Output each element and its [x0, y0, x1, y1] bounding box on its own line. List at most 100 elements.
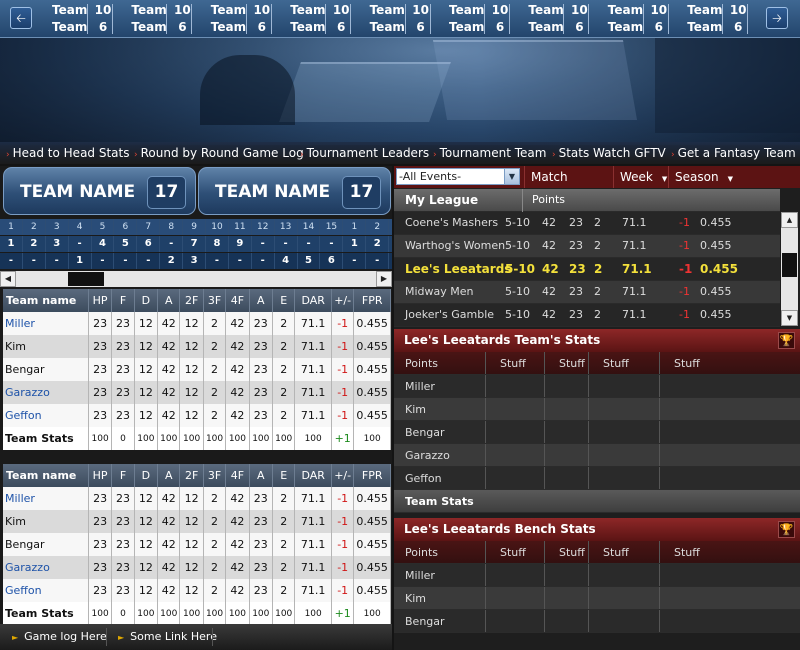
column-header[interactable]: Stuff: [544, 352, 588, 374]
column-header[interactable]: 3F: [203, 289, 227, 312]
scroll-left-button[interactable]: ◀: [0, 271, 16, 287]
nav-link-3[interactable]: › Tournament Team: [433, 142, 546, 166]
trophy-icon[interactable]: 🏆: [778, 332, 795, 349]
column-header[interactable]: 3F: [203, 464, 227, 487]
stat-cell: 12: [179, 579, 204, 602]
column-header[interactable]: 4F: [225, 289, 250, 312]
season-button[interactable]: Season ▼: [668, 166, 735, 188]
column-header[interactable]: FPR: [353, 289, 391, 312]
column-header[interactable]: Team name: [3, 464, 89, 487]
filter-toolbar: -All Events- ▼ Match Night▼ Week ▼ Season…: [394, 166, 800, 206]
league-row[interactable]: Joeker's Gamble 5-10 42 23 2 71.1 -1 0.455: [394, 304, 780, 327]
scroll-right-button[interactable]: ▶: [376, 271, 392, 287]
ticker-prev-button[interactable]: 🡠: [10, 7, 32, 29]
nav-link-5[interactable]: › Get a Fantasy Team: [671, 142, 796, 166]
column-header[interactable]: DAR: [294, 289, 332, 312]
column-header[interactable]: Stuff: [485, 352, 544, 374]
ticker-game[interactable]: Team 10 Team 6: [113, 2, 193, 36]
column-header[interactable]: Stuff: [544, 541, 588, 563]
column-header[interactable]: E: [272, 289, 296, 312]
player-name[interactable]: Garazzo: [3, 556, 89, 579]
some-link[interactable]: ► Some Link Here: [118, 624, 217, 650]
scroll-up-button[interactable]: ▲: [781, 212, 798, 228]
game-log-link[interactable]: ► Game log Here: [12, 624, 107, 650]
total-cell: 0: [111, 602, 135, 625]
total-cell: +1: [331, 602, 355, 625]
points-header[interactable]: Points: [522, 189, 565, 212]
column-header[interactable]: FPR: [353, 464, 391, 487]
column-header[interactable]: 2F: [179, 464, 204, 487]
column-header[interactable]: 2F: [179, 289, 204, 312]
column-label: Stuff: [674, 357, 700, 370]
column-header[interactable]: F: [111, 464, 135, 487]
nav-link-1[interactable]: › Round by Round Game Log: [134, 142, 304, 166]
column-header[interactable]: A: [249, 464, 274, 487]
column-header[interactable]: A: [157, 289, 181, 312]
stat-cell: 71.1: [294, 533, 332, 556]
league-row[interactable]: Coene's Mashers 5-10 42 23 2 71.1 -1 0.455: [394, 212, 780, 235]
ticker-game[interactable]: Team 10 Team 6: [669, 2, 749, 36]
team2-round: 4: [275, 253, 298, 269]
ticker-game[interactable]: Team 10 Team 6: [193, 2, 272, 36]
column-header[interactable]: E: [272, 464, 296, 487]
stat-cell: 2: [203, 335, 227, 358]
nav-link-0[interactable]: › Head to Head Stats: [6, 142, 130, 166]
game-log-link-label: Game log Here: [24, 630, 107, 643]
ticker-next-button[interactable]: 🡢: [766, 7, 788, 29]
column-header[interactable]: D: [134, 464, 159, 487]
player-name[interactable]: Garazzo: [3, 381, 89, 404]
vertical-scrollbar[interactable]: ▲ ▼: [781, 212, 798, 326]
match-night-button[interactable]: Match Night▼: [524, 166, 613, 206]
column-header[interactable]: DAR: [294, 464, 332, 487]
league-row[interactable]: Midway Men 5-10 42 23 2 71.1 -1 0.455: [394, 281, 780, 304]
team2-card[interactable]: TEAM NAME 17: [198, 167, 391, 215]
player-name[interactable]: Miller: [3, 487, 89, 510]
ticker-game[interactable]: Team 10 Team 6: [431, 2, 510, 36]
scroll-down-button[interactable]: ▼: [781, 310, 798, 326]
ticker-game[interactable]: Team 10 Team 6: [352, 2, 431, 36]
column-header[interactable]: Stuff: [659, 541, 789, 563]
column-header[interactable]: A: [157, 464, 181, 487]
stat-cell: 0.455: [353, 579, 391, 602]
table-header-row: Team name HP F D A 2F 3F 4F A E DAR +/- FPR: [3, 464, 391, 487]
scroll-thumb[interactable]: [68, 272, 104, 286]
column-header[interactable]: 4F: [225, 464, 250, 487]
nav-link-4[interactable]: › Stats Watch GFTV: [552, 142, 666, 166]
ticker-game[interactable]: Team 10 Team 6: [590, 2, 669, 36]
league-row[interactable]: Lee's Leeatards 5-10 42 23 2 71.1 -1 0.455: [394, 258, 780, 281]
trophy-icon[interactable]: 🏆: [778, 521, 795, 538]
stat-cell: 0.455: [353, 312, 391, 335]
ticker-game[interactable]: Team 10 Team 6: [34, 2, 113, 36]
column-header[interactable]: HP: [88, 289, 113, 312]
column-header[interactable]: Stuff: [588, 541, 659, 563]
column-header[interactable]: F: [111, 289, 135, 312]
stat-cell: 0.455: [353, 404, 391, 427]
ticker-game[interactable]: Team 10 Team 6: [510, 2, 590, 36]
league-stat: 2: [594, 239, 601, 252]
column-header[interactable]: HP: [88, 464, 113, 487]
stat-cell: -1: [331, 358, 355, 381]
week-button[interactable]: Week ▼: [613, 166, 668, 188]
player-name[interactable]: Miller: [3, 312, 89, 335]
column-header[interactable]: Stuff: [485, 541, 544, 563]
header-banner: 🡠 🡢 Team 10 Team 6 Team 10 Team 6 Team 10 Team 6 Tea…: [0, 0, 800, 145]
column-header[interactable]: +/-: [331, 464, 355, 487]
column-header[interactable]: Team name: [3, 289, 89, 312]
column-header[interactable]: Stuff: [659, 352, 789, 374]
column-header[interactable]: D: [134, 289, 159, 312]
team1-card[interactable]: TEAM NAME 17: [3, 167, 196, 215]
stat-cell: -1: [331, 335, 355, 358]
player-name[interactable]: Geffon: [3, 404, 89, 427]
events-select[interactable]: -All Events- ▼: [396, 168, 520, 185]
league-row[interactable]: Warthog's Women 5-10 42 23 2 71.1 -1 0.455: [394, 235, 780, 258]
ticker-game[interactable]: Team 10 Team 6: [272, 2, 352, 36]
nav-link-2[interactable]: › Tournament Leaders: [300, 142, 429, 166]
horizontal-scrollbar[interactable]: ◀ ▶: [0, 271, 392, 287]
player-name[interactable]: Geffon: [3, 579, 89, 602]
column-header[interactable]: +/-: [331, 289, 355, 312]
stat-cell: 42: [225, 533, 250, 556]
column-header[interactable]: Stuff: [588, 352, 659, 374]
league-stat: 0.455: [700, 308, 732, 321]
column-header[interactable]: A: [249, 289, 274, 312]
scroll-thumb[interactable]: [782, 253, 797, 277]
